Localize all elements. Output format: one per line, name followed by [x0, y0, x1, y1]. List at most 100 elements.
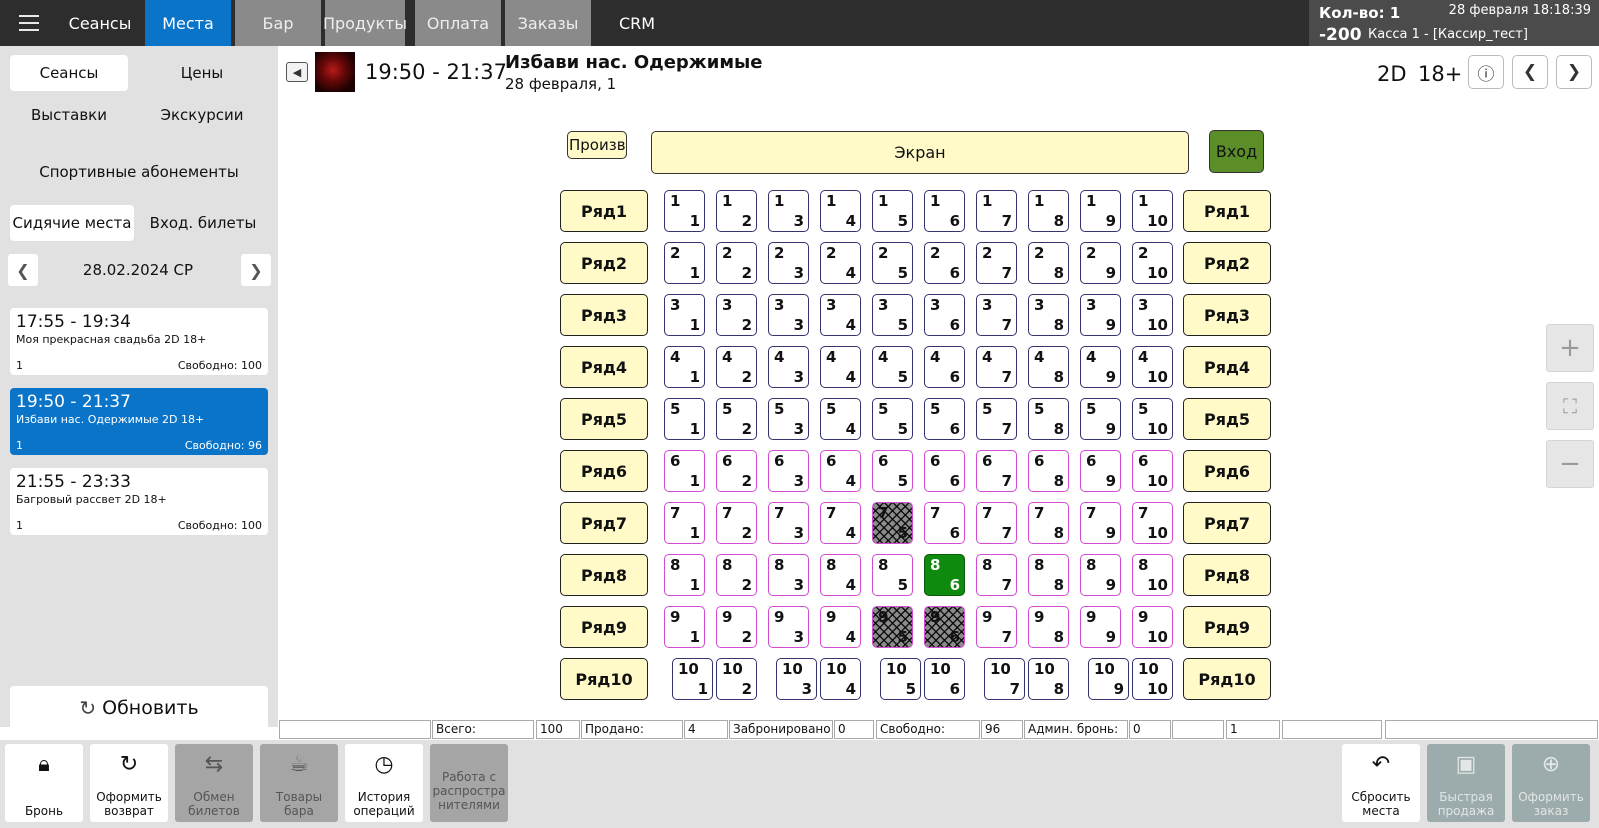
seat[interactable]: 15 [872, 190, 913, 232]
row-label-right[interactable]: Ряд10 [1183, 658, 1271, 700]
seat[interactable]: 5 10 [1132, 398, 1173, 440]
seat[interactable]: 74 [820, 502, 861, 544]
seat[interactable]: 95 [872, 606, 913, 648]
seat[interactable]: 22 [716, 242, 757, 284]
row-label-left[interactable]: Ряд8 [560, 554, 648, 596]
seat[interactable]: 1 10 [1132, 190, 1173, 232]
production-label[interactable]: Производство [567, 131, 627, 159]
seat[interactable]: 83 [768, 554, 809, 596]
seat[interactable]: 93 [768, 606, 809, 648]
session-card[interactable]: 17:55 - 19:34 Моя прекрасная свадьба 2D … [10, 308, 268, 375]
sessions-button[interactable]: Сеансы [10, 55, 128, 91]
make-order-button[interactable]: ⊕ Оформить заказ [1512, 744, 1590, 822]
seat[interactable]: 9 10 [1132, 606, 1173, 648]
seat[interactable]: 85 [872, 554, 913, 596]
next-session-button[interactable]: ❯ [1556, 55, 1592, 89]
seat[interactable]: 79 [1080, 502, 1121, 544]
seat[interactable]: 99 [1080, 606, 1121, 648]
row-label-right[interactable]: Ряд7 [1183, 502, 1271, 544]
zoom-in-button[interactable]: + [1546, 324, 1594, 372]
seat[interactable]: 39 [1080, 294, 1121, 336]
row-label-left[interactable]: Ряд2 [560, 242, 648, 284]
seat[interactable]: 78 [1028, 502, 1069, 544]
seat[interactable]: 19 [1080, 190, 1121, 232]
seat[interactable]: 76 [924, 502, 965, 544]
entry-tickets-button[interactable]: Вход. билеты [138, 205, 268, 241]
seat[interactable]: 84 [820, 554, 861, 596]
seat[interactable]: 38 [1028, 294, 1069, 336]
tab-sessions[interactable]: Сеансы [58, 0, 142, 46]
tab-orders[interactable]: Заказы [505, 0, 591, 46]
session-card[interactable]: 21:55 - 23:33 Багровый рассвет 2D 18+ 1 … [10, 468, 268, 535]
seat[interactable]: 54 [820, 398, 861, 440]
seat[interactable]: 29 [1080, 242, 1121, 284]
seat[interactable]: 47 [976, 346, 1017, 388]
seat[interactable]: 59 [1080, 398, 1121, 440]
seat[interactable]: 8 10 [1132, 554, 1173, 596]
seat[interactable]: 13 [768, 190, 809, 232]
seat[interactable]: 82 [716, 554, 757, 596]
bar-goods-button[interactable]: ☕︎ Товары бара [260, 744, 338, 822]
row-label-left[interactable]: Ряд3 [560, 294, 648, 336]
collapse-panel-button[interactable]: ◀ [286, 62, 308, 82]
row-label-right[interactable]: Ряд5 [1183, 398, 1271, 440]
next-date-button[interactable]: ❯ [241, 254, 271, 286]
row-label-left[interactable]: Ряд7 [560, 502, 648, 544]
prev-session-button[interactable]: ❮ [1512, 55, 1548, 89]
prev-date-button[interactable]: ❮ [8, 254, 38, 286]
row-label-right[interactable]: Ряд3 [1183, 294, 1271, 336]
seat[interactable]: 63 [768, 450, 809, 492]
seat[interactable]: 55 [872, 398, 913, 440]
seat[interactable]: 34 [820, 294, 861, 336]
seat[interactable]: 45 [872, 346, 913, 388]
seat[interactable]: 42 [716, 346, 757, 388]
seat[interactable]: 37 [976, 294, 1017, 336]
row-label-right[interactable]: Ряд9 [1183, 606, 1271, 648]
seat[interactable]: 64 [820, 450, 861, 492]
seat[interactable]: 10 9 [1088, 658, 1129, 700]
seat[interactable]: 10 6 [924, 658, 965, 700]
seat[interactable]: 23 [768, 242, 809, 284]
seat[interactable]: 65 [872, 450, 913, 492]
seat[interactable]: 68 [1028, 450, 1069, 492]
entrance-button[interactable]: Вход [1209, 130, 1264, 173]
seat[interactable]: 32 [716, 294, 757, 336]
seat[interactable]: 6 10 [1132, 450, 1173, 492]
seat[interactable]: 18 [1028, 190, 1069, 232]
seat[interactable]: 10 7 [984, 658, 1025, 700]
excursions-button[interactable]: Экскурсии [136, 97, 268, 133]
seat[interactable]: 44 [820, 346, 861, 388]
seat[interactable]: 4 10 [1132, 346, 1173, 388]
exhibitions-button[interactable]: Выставки [10, 97, 128, 133]
seat[interactable]: 25 [872, 242, 913, 284]
refresh-button[interactable]: ↻ Обновить [10, 686, 268, 730]
seat[interactable]: 77 [976, 502, 1017, 544]
seat[interactable]: 24 [820, 242, 861, 284]
tab-seats[interactable]: Места [145, 0, 231, 46]
seat[interactable]: 10 3 [776, 658, 817, 700]
info-button[interactable]: ⓘ [1468, 55, 1504, 89]
seat[interactable]: 2 10 [1132, 242, 1173, 284]
row-label-left[interactable]: Ряд6 [560, 450, 648, 492]
seating-button[interactable]: Сидячие места [10, 205, 134, 241]
distributors-button[interactable]: Работа с распростра нителями [430, 744, 508, 822]
tab-payment[interactable]: Оплата [415, 0, 501, 46]
seat[interactable]: 10 4 [820, 658, 861, 700]
hamburger-menu-icon[interactable] [0, 0, 58, 46]
seat[interactable]: 14 [820, 190, 861, 232]
zoom-out-button[interactable]: − [1546, 440, 1594, 488]
seat[interactable]: 48 [1028, 346, 1069, 388]
seat[interactable]: 94 [820, 606, 861, 648]
seat[interactable]: 81 [664, 554, 705, 596]
seat[interactable]: 3 10 [1132, 294, 1173, 336]
seat[interactable]: 86 [924, 554, 965, 596]
prices-button[interactable]: Цены [136, 55, 268, 91]
row-label-left[interactable]: Ряд9 [560, 606, 648, 648]
seat[interactable]: 67 [976, 450, 1017, 492]
refund-button[interactable]: ↻ Оформить возврат [90, 744, 168, 822]
seat[interactable]: 87 [976, 554, 1017, 596]
fit-screen-button[interactable]: ⛶ [1546, 382, 1594, 430]
seat[interactable]: 73 [768, 502, 809, 544]
seat[interactable]: 91 [664, 606, 705, 648]
seat[interactable]: 36 [924, 294, 965, 336]
